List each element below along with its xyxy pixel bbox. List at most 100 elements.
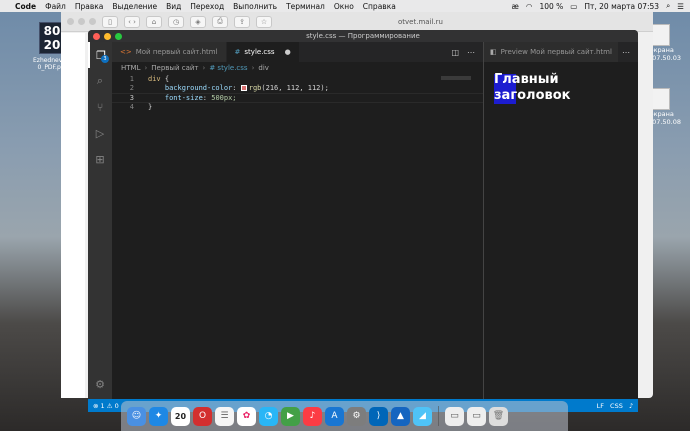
menu-item-selection[interactable]: Выделение: [112, 2, 157, 11]
code-text: div {: [134, 75, 169, 83]
code-line[interactable]: 2 background-color: rgb(216, 112, 112);: [112, 84, 483, 94]
color-swatch-icon[interactable]: [240, 85, 247, 92]
extensions-icon[interactable]: ⊞: [88, 146, 112, 172]
breadcrumb-item[interactable]: HTML: [121, 64, 140, 72]
preview-heading: Главный заголовок: [494, 72, 570, 104]
editor-actions: ◫ ⋯: [451, 42, 483, 62]
menubar-status-area: æ ◠ 100 % ▭ Пт, 20 марта 07:53 ⌕ ☰: [512, 1, 684, 11]
desktop-screenshot-item[interactable]: экрана .07.50.08: [650, 88, 690, 126]
preview-tabs: ◧ Preview Мой первый сайт.html ⋯: [483, 42, 638, 62]
facetime-icon[interactable]: ▶: [281, 406, 300, 426]
browser-url[interactable]: otvet.mail.ru: [398, 18, 443, 26]
system-preferences-icon[interactable]: ⚙: [347, 406, 366, 426]
instruments-icon[interactable]: ▲: [391, 406, 410, 426]
network-app-icon[interactable]: ◢: [413, 406, 432, 426]
tab-preview[interactable]: ◧ Preview Мой первый сайт.html: [484, 42, 618, 62]
language-mode-indicator[interactable]: CSS: [610, 402, 623, 410]
breadcrumb: HTML › Первый сайт › # style.css › div: [112, 62, 483, 74]
source-control-icon[interactable]: ⑂: [88, 94, 112, 120]
more-actions-icon[interactable]: ⋯: [467, 48, 475, 57]
chevron-right-icon: ›: [202, 64, 206, 72]
status-right: LF CSS ♪: [597, 402, 633, 410]
gear-icon[interactable]: ⚙: [88, 371, 112, 397]
trash-icon[interactable]: 🗑: [489, 406, 508, 426]
search-icon[interactable]: ⌕: [88, 68, 112, 94]
wifi-icon[interactable]: ◠: [526, 2, 533, 11]
print-icon[interactable]: ⎙: [212, 15, 228, 28]
battery-percent[interactable]: 100 %: [539, 2, 563, 11]
breadcrumb-item[interactable]: # style.css: [209, 64, 247, 72]
battery-icon[interactable]: ▭: [570, 2, 577, 11]
menu-item-go[interactable]: Переход: [190, 2, 224, 11]
menubar-clock[interactable]: Пт, 20 марта 07:53: [584, 2, 659, 11]
desktop-screenshot-item[interactable]: экрана .07.50.03: [650, 24, 690, 62]
vscode-titlebar: style.css — Программирование: [88, 30, 638, 42]
window-title: style.css — Программирование: [306, 32, 420, 40]
bookmark-icon[interactable]: ☆: [256, 15, 272, 28]
screenshot-thumbnail-icon: [652, 88, 670, 110]
control-center-icon[interactable]: ☰: [677, 2, 684, 11]
explorer-icon[interactable]: ❐ 3: [88, 42, 112, 68]
code-text: }: [148, 103, 153, 112]
css-selector: div: [148, 74, 161, 83]
preview-icon: ◧: [490, 48, 497, 56]
run-debug-icon[interactable]: ▷: [88, 120, 112, 146]
bell-icon[interactable]: ♪: [629, 402, 633, 410]
sidebar-toggle-icon[interactable]: ▯: [102, 15, 118, 28]
downloads-stack-icon[interactable]: ▭: [467, 406, 486, 426]
tab-html-file[interactable]: <> Мой первый сайт.html: [112, 42, 227, 62]
problems-indicator[interactable]: ⊗ 1 ⚠ 0: [93, 402, 119, 410]
dock: ☺ ✦ 20 O ☰ ✿ ◔ ▶ ♪ A ⚙ ⟩ ▲ ◢ ▭ ▭ 🗑: [121, 401, 568, 431]
calendar-icon[interactable]: 20: [171, 406, 190, 426]
explorer-badge: 3: [101, 55, 109, 63]
home-icon[interactable]: ⌂: [146, 15, 162, 28]
menu-item-view[interactable]: Вид: [166, 2, 181, 11]
code-line[interactable]: 1 div {: [112, 74, 483, 84]
preview-heading-line: заголовок: [494, 88, 571, 103]
messages-icon[interactable]: ◔: [259, 406, 278, 426]
browser-page-left: [61, 33, 85, 398]
tab-style-css[interactable]: # style.css ●: [226, 42, 300, 62]
music-icon[interactable]: ♪: [303, 406, 322, 426]
line-number: 1: [129, 74, 134, 83]
photos-icon[interactable]: ✿: [237, 406, 256, 426]
line-number: 3: [129, 93, 134, 102]
input-language-indicator[interactable]: æ: [512, 2, 519, 11]
vscode-icon[interactable]: ⟩: [369, 406, 388, 426]
finder-icon[interactable]: ☺: [127, 406, 146, 426]
line-number: 2: [129, 84, 134, 93]
split-editor-icon[interactable]: ◫: [451, 48, 459, 57]
menu-item-file[interactable]: Файл: [45, 2, 66, 11]
tab-label: Мой первый сайт.html: [135, 48, 218, 56]
breadcrumb-item[interactable]: div: [258, 64, 269, 72]
code-line-current[interactable]: 3 font-size: 500px;: [112, 93, 483, 103]
more-actions-icon[interactable]: ⋯: [622, 48, 638, 57]
shield-icon[interactable]: ◈: [190, 15, 206, 28]
safari-icon[interactable]: ✦: [149, 406, 168, 426]
search-icon[interactable]: ⌕: [666, 1, 670, 11]
menu-item-help[interactable]: Справка: [363, 2, 396, 11]
reminders-icon[interactable]: ☰: [215, 406, 234, 426]
code-line[interactable]: 4 }: [112, 103, 483, 113]
unsaved-dot-icon[interactable]: ●: [285, 48, 291, 56]
menu-item-run[interactable]: Выполнить: [233, 2, 277, 11]
history-icon[interactable]: ◷: [168, 15, 184, 28]
share-icon[interactable]: ⇪: [234, 15, 250, 28]
css-property: background-color: [164, 84, 233, 93]
eol-indicator[interactable]: LF: [597, 402, 604, 410]
code-editor[interactable]: 1 div { 2 background-color: rgb(216, 112…: [112, 74, 483, 399]
screenshot-stack-icon[interactable]: ▭: [445, 406, 464, 426]
breadcrumb-item[interactable]: Первый сайт: [151, 64, 198, 72]
menu-item-window[interactable]: Окно: [334, 2, 354, 11]
chevron-right-icon: ›: [144, 64, 148, 72]
menu-item-edit[interactable]: Правка: [75, 2, 104, 11]
line-number: 4: [129, 103, 134, 112]
desktop-screenshot-label: экрана .07.50.03: [650, 46, 682, 62]
opera-icon[interactable]: O: [193, 406, 212, 426]
app-store-icon[interactable]: A: [325, 406, 344, 426]
browser-toolbar: ▯ ‹ › ⌂ ◷ ◈ ⎙ ⇪ ☆ otvet.mail.ru: [61, 12, 653, 32]
preview-heading-line: Главный: [494, 72, 559, 87]
menu-item-code[interactable]: Code: [15, 2, 36, 11]
menu-item-terminal[interactable]: Терминал: [286, 2, 325, 11]
back-forward-icon[interactable]: ‹ ›: [124, 15, 140, 28]
